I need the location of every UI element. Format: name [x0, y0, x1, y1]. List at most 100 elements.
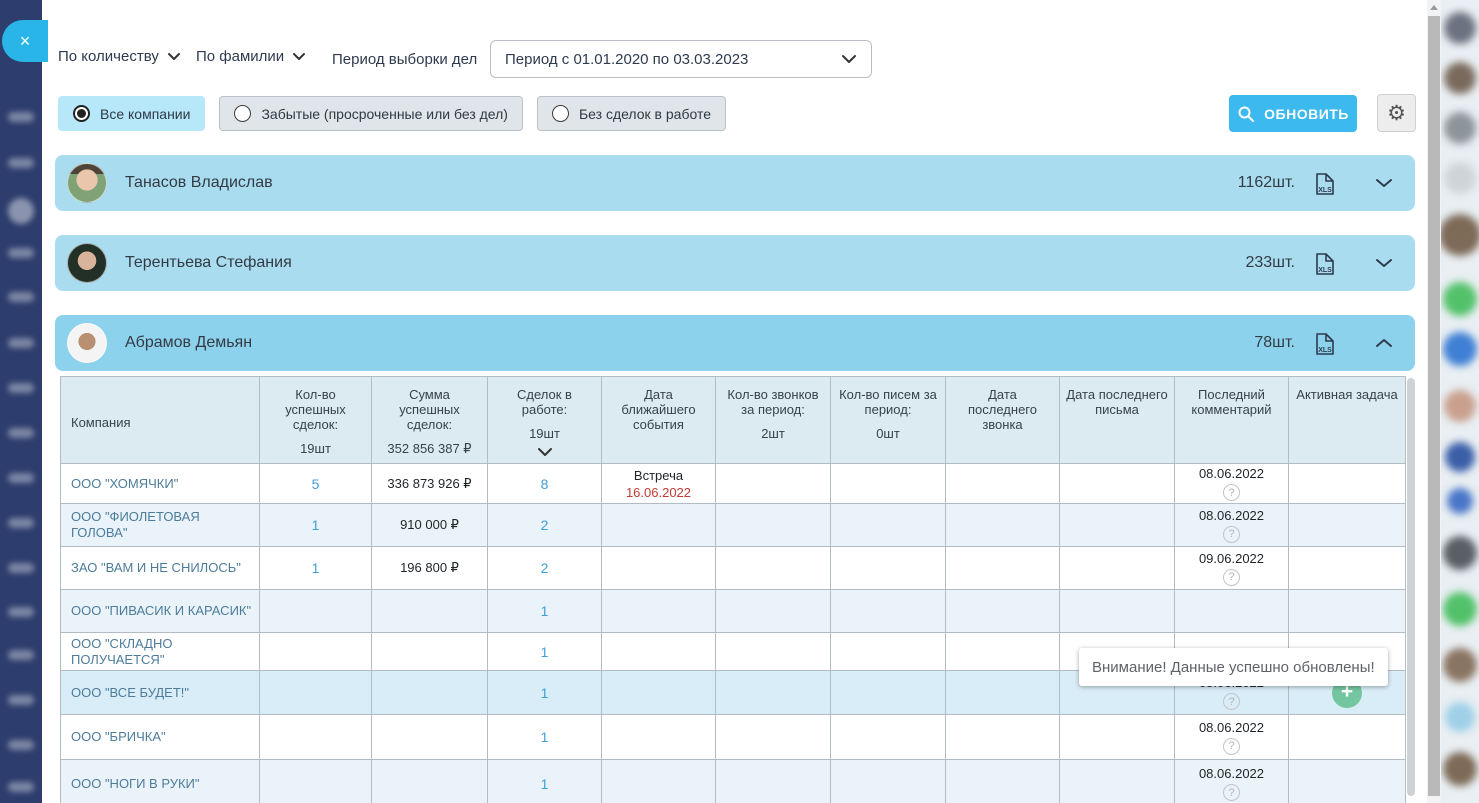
nav-item-blurred[interactable]	[8, 740, 34, 750]
chat-avatar-blurred[interactable]	[1443, 332, 1477, 366]
nav-item-blurred[interactable]	[8, 518, 34, 528]
chevron-down-icon[interactable]	[1375, 258, 1393, 269]
chat-avatar-blurred[interactable]	[1445, 442, 1475, 472]
close-icon[interactable]: ×	[2, 20, 48, 62]
question-icon[interactable]: ?	[1223, 526, 1240, 543]
radio-selected-icon	[73, 105, 90, 122]
in-work-cell[interactable]: 8	[488, 464, 602, 504]
chevron-down-icon[interactable]	[1375, 178, 1393, 189]
in-work-cell[interactable]: 2	[488, 504, 602, 547]
chat-avatar-blurred[interactable]	[1444, 162, 1476, 194]
chat-avatar-blurred[interactable]	[1444, 62, 1476, 94]
scroll-up-arrow-icon[interactable]	[1430, 5, 1438, 10]
active-task-cell	[1289, 760, 1406, 803]
svg-text:XLS: XLS	[1318, 347, 1332, 354]
nav-item-blurred[interactable]	[8, 428, 34, 438]
col-company: Компания	[61, 377, 260, 464]
radio-all-companies[interactable]: Все компании	[58, 96, 205, 131]
in-work-cell[interactable]: 1	[488, 590, 602, 633]
radio-no-deals-label: Без сделок в работе	[579, 106, 711, 122]
sort-by-count-dropdown[interactable]: По количеству	[58, 48, 181, 65]
successful-count-cell	[260, 633, 372, 671]
company-link[interactable]: ООО "БРИЧКА"	[61, 715, 260, 760]
in-work-cell[interactable]: 1	[488, 760, 602, 803]
question-icon[interactable]: ?	[1223, 784, 1240, 801]
refresh-button[interactable]: ОБНОВИТЬ	[1229, 95, 1357, 132]
chat-avatar-blurred[interactable]	[1443, 592, 1477, 626]
chat-avatar-blurred[interactable]	[1447, 488, 1473, 514]
event-name: Встреча	[608, 468, 709, 483]
question-icon[interactable]: ?	[1223, 738, 1240, 755]
question-icon[interactable]: ?	[1223, 569, 1240, 586]
svg-text:XLS: XLS	[1318, 187, 1332, 194]
nav-item-blurred[interactable]	[8, 563, 34, 573]
last-comment-cell: 08.06.2022 ?	[1175, 504, 1289, 547]
nav-item-blurred[interactable]	[8, 650, 34, 660]
radio-all-companies-label: Все компании	[100, 106, 190, 122]
chat-avatar-blurred[interactable]	[1443, 536, 1477, 570]
company-link[interactable]: ООО "ВСЕ БУДЕТ!"	[61, 671, 260, 715]
col-total: 0шт	[837, 426, 939, 441]
nav-item-blurred[interactable]	[8, 248, 34, 258]
chat-avatar-blurred[interactable]	[1444, 390, 1476, 422]
nav-item-blurred[interactable]	[8, 473, 34, 483]
nav-avatar-blurred[interactable]	[8, 198, 34, 224]
comment-date: 08.06.2022	[1181, 508, 1282, 523]
period-select[interactable]: Период с 01.01.2020 по 03.03.2023	[490, 40, 872, 78]
page-scrollbar[interactable]	[1427, 0, 1441, 803]
company-link[interactable]: ООО "ПИВАСИК И КАРАСИК"	[61, 590, 260, 633]
company-link[interactable]: ООО "СКЛАДНО ПОЛУЧАЕТСЯ"	[61, 633, 260, 671]
chat-avatar-blurred[interactable]	[1445, 702, 1475, 732]
chat-avatar-blurred[interactable]	[1439, 214, 1479, 256]
table-scrollbar[interactable]	[1407, 378, 1415, 796]
successful-count-cell[interactable]: 1	[260, 504, 372, 547]
chat-avatar-blurred[interactable]	[1443, 752, 1477, 786]
in-work-cell[interactable]: 1	[488, 633, 602, 671]
successful-sum-cell	[372, 760, 488, 803]
xls-export-icon[interactable]: XLS	[1313, 250, 1337, 277]
in-work-cell[interactable]: 2	[488, 547, 602, 590]
nav-item-blurred[interactable]	[8, 158, 34, 168]
xls-export-icon[interactable]: XLS	[1313, 330, 1337, 357]
in-work-cell[interactable]: 1	[488, 715, 602, 760]
question-icon[interactable]: ?	[1223, 484, 1240, 501]
col-deals-in-work[interactable]: Сделок в работе: 19шт	[488, 377, 602, 464]
in-work-cell[interactable]: 1	[488, 671, 602, 715]
nav-item-blurred[interactable]	[8, 383, 34, 393]
radio-unselected-icon	[552, 105, 569, 122]
chat-avatar-blurred[interactable]	[1444, 12, 1476, 44]
last-comment-cell: 09.06.2022 ?	[1175, 547, 1289, 590]
settings-button[interactable]: ⚙	[1377, 94, 1416, 132]
event-date-overdue: 16.06.2022	[608, 485, 709, 500]
comment-date: 08.06.2022	[1181, 466, 1282, 481]
col-calls: Кол-во звонков за период: 2шт	[716, 377, 831, 464]
sort-chevron-down-icon[interactable]	[537, 447, 553, 457]
scrollbar-thumb[interactable]	[1428, 16, 1440, 796]
company-link[interactable]: ООО "НОГИ В РУКИ"	[61, 760, 260, 803]
right-chat-strip	[1441, 0, 1479, 803]
company-link[interactable]: ООО "ХОМЯЧКИ"	[61, 464, 260, 504]
chat-avatar-blurred[interactable]	[1444, 112, 1476, 144]
sort-by-name-dropdown[interactable]: По фамилии	[196, 48, 306, 65]
nav-item-blurred[interactable]	[8, 292, 34, 302]
manager-row-tanasov[interactable]: Танасов Владислав 1162шт. XLS	[55, 155, 1415, 211]
question-icon[interactable]: ?	[1223, 693, 1240, 710]
chat-avatar-blurred[interactable]	[1443, 648, 1477, 682]
manager-row-terenteva[interactable]: Терентьева Стефания 233шт. XLS	[55, 235, 1415, 291]
nav-item-blurred[interactable]	[8, 112, 34, 122]
successful-count-cell[interactable]: 5	[260, 464, 372, 504]
nav-item-blurred[interactable]	[8, 338, 34, 348]
chat-avatar-blurred[interactable]	[1443, 282, 1477, 316]
radio-forgotten-companies[interactable]: Забытые (просроченные или без дел)	[219, 96, 523, 131]
manager-row-abramov[interactable]: Абрамов Демьян 78шт. XLS	[55, 315, 1415, 371]
nav-item-blurred[interactable]	[8, 782, 34, 792]
nav-item-blurred[interactable]	[8, 607, 34, 617]
xls-export-icon[interactable]: XLS	[1313, 170, 1337, 197]
successful-sum-cell: 910 000 ₽	[372, 504, 488, 547]
successful-count-cell[interactable]: 1	[260, 547, 372, 590]
company-link[interactable]: ЗАО "ВАМ И НЕ СНИЛОСЬ"	[61, 547, 260, 590]
company-link[interactable]: ООО "ФИОЛЕТОВАЯ ГОЛОВА"	[61, 504, 260, 547]
chevron-up-icon[interactable]	[1375, 338, 1393, 349]
nav-item-blurred[interactable]	[8, 695, 34, 705]
radio-no-deals[interactable]: Без сделок в работе	[537, 96, 726, 131]
